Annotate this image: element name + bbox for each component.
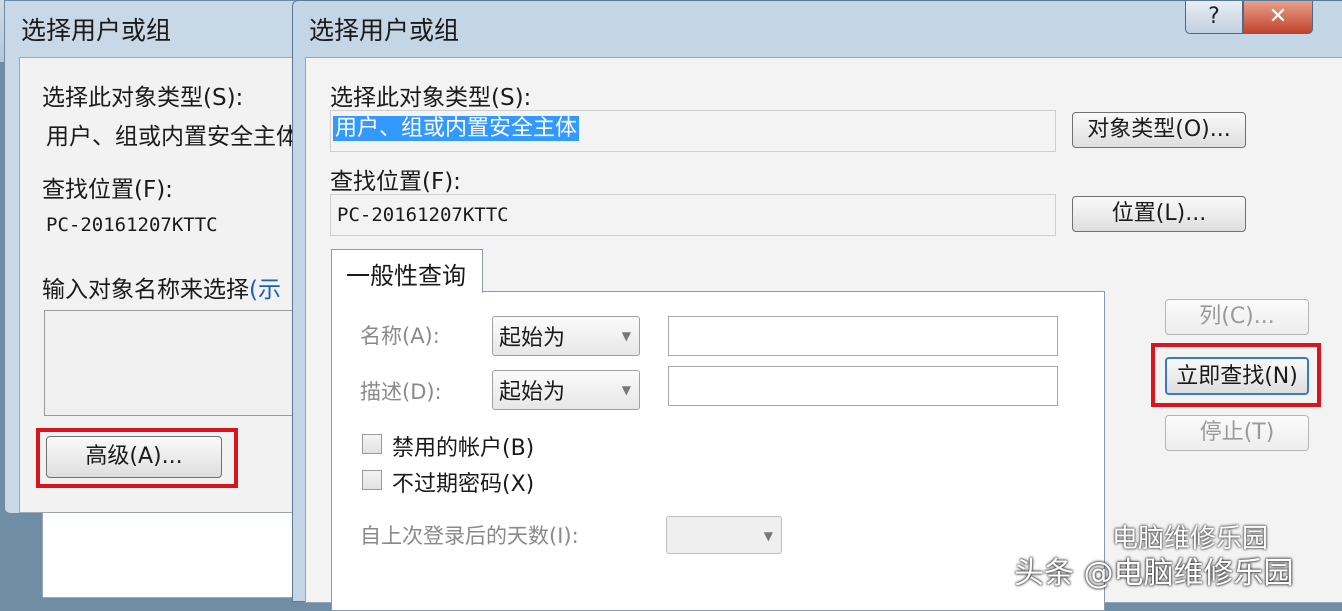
back-enter-names-text: 输入对象名称来选择 [42,277,249,303]
chevron-down-icon: ▼ [763,529,773,543]
help-button[interactable]: ? [1185,1,1243,34]
watermark-line-2: 头条 @电脑维修乐园 [1014,556,1294,591]
back-window-fragment [42,512,298,598]
object-types-button[interactable]: 对象类型(O)... [1072,112,1246,148]
front-dialog-title: 选择用户或组 [309,16,460,45]
tab-common-queries[interactable]: 一般性查询 [331,249,483,293]
back-location-label: 查找位置(F): [42,177,173,203]
back-names-textarea[interactable] [44,310,306,416]
disabled-accounts-label: 禁用的帐户(B) [392,436,535,461]
chevron-down-icon: ▼ [621,329,631,343]
object-type-value: 用户、组或内置安全主体 [333,116,580,141]
name-label: 名称(A): [360,324,440,348]
days-since-logon-label: 自上次登录后的天数(I): [360,524,579,548]
locations-button[interactable]: 位置(L)... [1072,196,1246,232]
close-button[interactable]: ✕ [1243,1,1313,34]
front-dialog: 选择用户或组 ? ✕ 选择此对象类型(S): 用户、组或内置安全主体 对象类型(… [292,0,1342,611]
location-field: PC-20161207KTTC [330,194,1056,236]
non-expiring-passwords-checkbox[interactable] [362,470,382,490]
description-match-combo[interactable]: 起始为 ▼ [492,370,640,410]
location-label: 查找位置(F): [330,169,461,195]
description-match-value: 起始为 [499,380,566,405]
back-enter-names-label: 输入对象名称来选择(示 [42,270,281,304]
name-match-value: 起始为 [499,326,566,351]
description-label: 描述(D): [360,380,442,404]
back-examples-link[interactable]: (示 [249,277,281,303]
back-dialog: 选择用户或组 选择此对象类型(S): 用户、组或内置安全主体 查找位置(F): … [4,0,310,514]
object-type-label: 选择此对象类型(S): [330,85,532,111]
back-dialog-body: 选择此对象类型(S): 用户、组或内置安全主体 查找位置(F): PC-2016… [19,57,310,513]
days-since-logon-combo[interactable]: ▼ [666,516,782,554]
advanced-highlight-box [36,428,238,488]
back-dialog-title: 选择用户或组 [21,16,172,45]
object-type-field: 用户、组或内置安全主体 [330,110,1056,152]
stop-button[interactable]: 停止(T) [1165,415,1309,451]
name-match-combo[interactable]: 起始为 ▼ [492,316,640,356]
back-location-field: PC-20161207KTTC [40,208,310,244]
non-expiring-passwords-label: 不过期密码(X) [392,472,535,497]
back-object-type-label: 选择此对象类型(S): [42,85,244,111]
find-now-highlight-box [1151,343,1321,407]
name-input[interactable] [668,316,1058,356]
chevron-down-icon: ▼ [621,383,631,397]
back-object-type-field: 用户、组或内置安全主体 [40,118,310,158]
description-input[interactable] [668,366,1058,406]
disabled-accounts-checkbox[interactable] [362,434,382,454]
common-queries-panel: 名称(A): 起始为 ▼ 描述(D): 起始为 ▼ 禁用的帐户(B) 不过期密码… [331,291,1105,611]
columns-button[interactable]: 列(C)... [1165,299,1309,335]
